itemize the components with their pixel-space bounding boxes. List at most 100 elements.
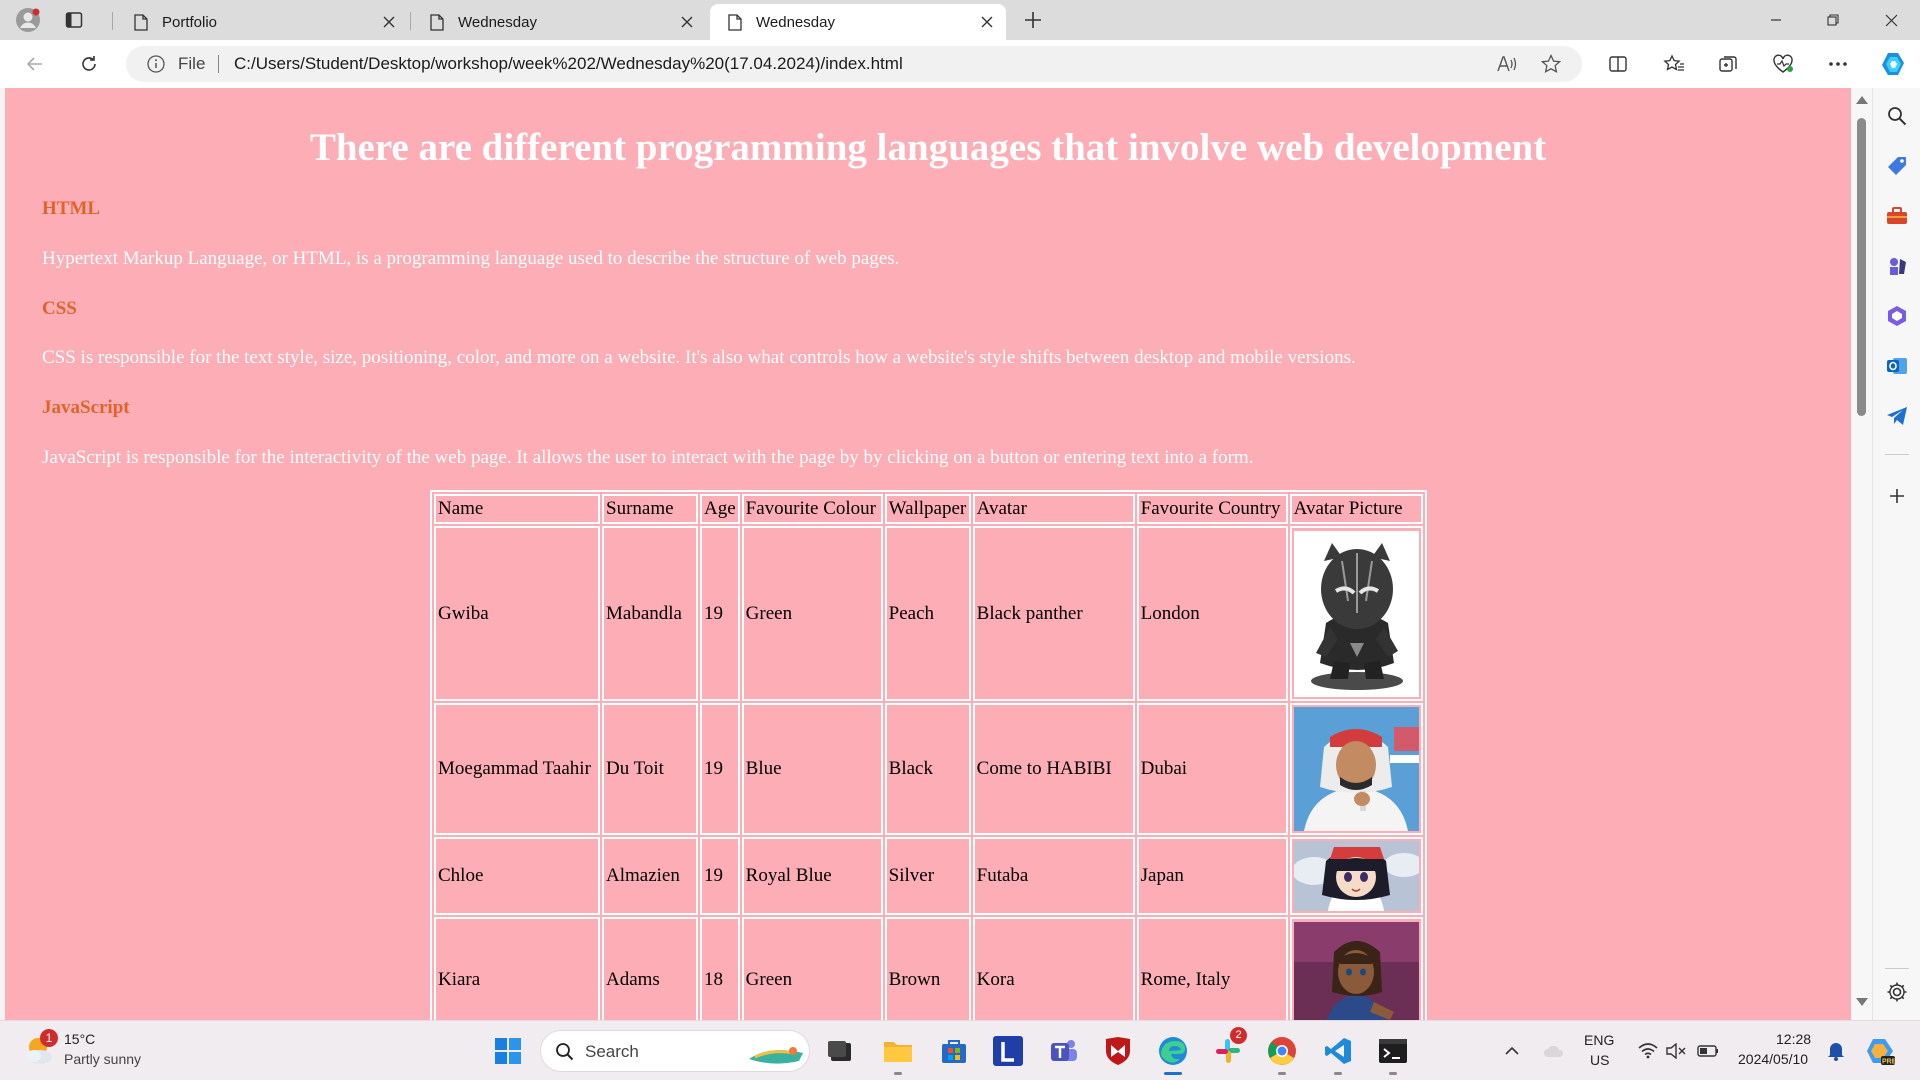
show-hidden-icons-button[interactable] — [1494, 1033, 1530, 1069]
start-button[interactable] — [490, 1033, 526, 1069]
close-tab-button[interactable] — [978, 13, 996, 31]
taskbar-search[interactable]: Search — [540, 1030, 810, 1072]
minimize-button[interactable] — [1749, 0, 1803, 40]
page-heading: There are different programming language… — [309, 126, 1547, 169]
settings-icon[interactable] — [1885, 980, 1909, 1004]
table-row: Chloe Almazien 19 Royal Blue Silver Futa… — [434, 837, 1423, 915]
language-line1[interactable]: ENG — [1584, 1032, 1614, 1048]
profile-button[interactable] — [12, 4, 44, 36]
games-icon[interactable] — [1885, 254, 1909, 278]
restore-button[interactable] — [1806, 0, 1860, 40]
files-app-button[interactable] — [880, 1033, 916, 1075]
address-bar[interactable]: File C:/Users/Student/Desktop/workshop/w… — [126, 46, 1582, 82]
vertical-scrollbar[interactable] — [1851, 88, 1872, 1020]
weather-widget[interactable]: 1 — [22, 1029, 62, 1071]
favorite-button[interactable] — [1540, 53, 1562, 75]
onedrive-button[interactable] — [1536, 1033, 1572, 1069]
settings-more-button[interactable] — [1821, 48, 1855, 80]
cell-country: Dubai — [1136, 703, 1288, 835]
active-indicator — [1164, 1072, 1182, 1075]
back-button[interactable] — [18, 48, 52, 80]
toolbox-icon[interactable] — [1885, 204, 1909, 228]
table-row: Moegammad Taahir Du Toit 19 Blue Black C… — [434, 703, 1423, 835]
scrollbar-thumb[interactable] — [1857, 118, 1866, 416]
telegram-icon[interactable] — [1885, 404, 1909, 428]
new-tab-button[interactable] — [1017, 4, 1049, 36]
vscode-app-button[interactable] — [1320, 1033, 1356, 1075]
teams-icon — [1051, 1040, 1077, 1061]
refresh-button[interactable] — [72, 48, 106, 80]
collections-button[interactable] — [1711, 48, 1745, 80]
cloud-icon — [1544, 1045, 1564, 1057]
page-icon — [728, 13, 742, 31]
copilot-taskbar-button[interactable]: PRE — [1862, 1033, 1898, 1069]
teams-app-button[interactable] — [1046, 1033, 1082, 1069]
read-aloud-button[interactable] — [1496, 53, 1518, 75]
split-screen-icon — [1609, 56, 1627, 72]
notifications-button[interactable] — [1818, 1033, 1854, 1069]
tab-actions-button[interactable] — [58, 4, 90, 36]
close-icon — [1885, 14, 1897, 26]
tab-wednesday[interactable]: Wednesday — [412, 4, 706, 40]
chrome-app-button[interactable] — [1264, 1033, 1300, 1075]
cell-surname: Mabandla — [602, 526, 698, 701]
close-window-button[interactable] — [1864, 0, 1918, 40]
cell-wallpaper: Peach — [884, 526, 971, 701]
language-line2[interactable]: US — [1590, 1052, 1609, 1068]
clock-time[interactable]: 12:28 — [1776, 1031, 1811, 1047]
add-icon[interactable] — [1885, 484, 1909, 508]
running-indicator — [1278, 1072, 1286, 1075]
running-indicator — [1389, 1072, 1397, 1075]
cell-name: Chloe — [434, 837, 600, 915]
terminal-app-button[interactable] — [1375, 1033, 1411, 1075]
task-view-button[interactable] — [822, 1033, 858, 1069]
section-title-javascript: JavaScript — [42, 397, 130, 418]
cell-country: Japan — [1136, 837, 1288, 915]
close-tab-button[interactable] — [380, 13, 398, 31]
column-header: Wallpaper — [884, 494, 971, 524]
shopping-tag-icon[interactable] — [1885, 154, 1909, 178]
office-icon[interactable] — [1885, 304, 1909, 328]
profile-icon — [16, 8, 40, 32]
l-app-button[interactable] — [990, 1033, 1026, 1069]
favorites-button[interactable] — [1657, 48, 1691, 80]
search-icon[interactable] — [1885, 104, 1909, 128]
back-arrow-icon — [26, 57, 42, 71]
star-icon — [1541, 54, 1561, 73]
edge-app-button[interactable] — [1155, 1033, 1191, 1075]
cell-colour: Blue — [741, 703, 883, 835]
cell-wallpaper: Brown — [884, 917, 971, 1020]
read-aloud-icon — [1497, 56, 1517, 72]
battery-button[interactable] — [1690, 1033, 1726, 1069]
page-viewport: There are different programming language… — [5, 88, 1851, 1020]
close-tab-button[interactable] — [678, 13, 696, 31]
page-icon — [430, 13, 444, 31]
store-app-button[interactable] — [936, 1033, 972, 1069]
running-indicator — [894, 1072, 902, 1075]
copilot-button[interactable] — [1876, 48, 1910, 80]
scroll-down-arrow[interactable] — [1856, 998, 1868, 1006]
clock-date[interactable]: 2024/05/10 — [1738, 1051, 1808, 1067]
restore-icon — [1827, 14, 1839, 26]
table-header-row: Name Surname Age Favourite Colour Wallpa… — [434, 494, 1423, 524]
bell-icon — [1828, 1043, 1844, 1061]
url-text[interactable]: C:/Users/Student/Desktop/workshop/week%2… — [234, 54, 903, 74]
slack-app-button[interactable]: 2 — [1210, 1027, 1247, 1069]
split-screen-button[interactable] — [1601, 48, 1635, 80]
browser-essentials-button[interactable] — [1766, 48, 1800, 80]
volume-button[interactable] — [1658, 1033, 1694, 1069]
close-icon — [981, 16, 993, 28]
search-highlight-icon — [749, 1047, 803, 1064]
svg-text:PRE: PRE — [1882, 1059, 1895, 1066]
tab-portfolio[interactable]: Portfolio — [116, 4, 408, 40]
cell-country: London — [1136, 526, 1288, 701]
mcafee-app-button[interactable] — [1100, 1033, 1136, 1069]
section-title-css: CSS — [42, 298, 77, 319]
tab-title: Wednesday — [756, 13, 835, 31]
site-info-button[interactable] — [146, 54, 166, 79]
scroll-up-arrow[interactable] — [1856, 96, 1868, 104]
outlook-icon[interactable] — [1885, 354, 1909, 378]
navigation-bar: File C:/Users/Student/Desktop/workshop/w… — [0, 40, 1920, 88]
tab-wednesday-active[interactable]: Wednesday — [710, 4, 1006, 40]
l-app-icon — [993, 1036, 1023, 1066]
